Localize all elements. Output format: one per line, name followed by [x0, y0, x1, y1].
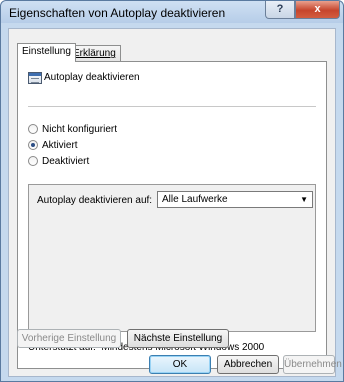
radio-enabled[interactable]: Aktiviert	[28, 140, 78, 151]
policy-name: Autoplay deaktivieren	[44, 72, 140, 83]
tab-einstellung[interactable]: Einstellung	[17, 43, 76, 62]
policy-setting-icon	[28, 72, 42, 84]
cancel-button[interactable]: Abbrechen	[217, 355, 279, 374]
title-bar[interactable]: Eigenschaften von Autoplay deaktivieren …	[1, 1, 343, 23]
dialog-client-area: Einstellung Erklärung Autoplay deaktivie…	[8, 28, 342, 377]
previous-setting-button[interactable]: Vorherige Einstellung	[17, 329, 121, 348]
radio-not-configured-indicator[interactable]	[28, 124, 38, 134]
radio-disabled-indicator[interactable]	[28, 156, 38, 166]
drive-select-value: Alle Laufwerke	[162, 194, 228, 205]
close-button[interactable]: x	[295, 1, 340, 19]
window-title: Eigenschaften von Autoplay deaktivieren	[9, 6, 226, 20]
next-setting-button[interactable]: Nächste Einstellung	[127, 329, 229, 348]
properties-dialog: Eigenschaften von Autoplay deaktivieren …	[0, 0, 344, 382]
tab-erklaerung-label: Erklärung	[73, 48, 116, 59]
autoplay-target-label: Autoplay deaktivieren auf:	[37, 195, 153, 206]
drive-select[interactable]: Alle Laufwerke ▼	[157, 191, 313, 208]
radio-not-configured[interactable]: Nicht konfiguriert	[28, 124, 117, 135]
help-button[interactable]: ?	[265, 1, 295, 19]
chevron-down-icon[interactable]: ▼	[300, 192, 308, 207]
apply-button[interactable]: Übernehmen	[283, 355, 342, 374]
radio-enabled-label: Aktiviert	[42, 140, 78, 151]
ok-button[interactable]: OK	[149, 355, 211, 374]
radio-enabled-indicator[interactable]	[28, 140, 38, 150]
radio-disabled[interactable]: Deaktiviert	[28, 156, 89, 167]
tab-erklaerung[interactable]: Erklärung	[68, 45, 121, 62]
divider	[28, 106, 316, 107]
radio-disabled-label: Deaktiviert	[42, 156, 90, 167]
options-box: Autoplay deaktivieren auf: Alle Laufwerk…	[28, 184, 316, 332]
settings-panel: Autoplay deaktivieren Nicht konfiguriert…	[17, 61, 327, 369]
radio-not-configured-label: Nicht konfiguriert	[42, 124, 118, 135]
